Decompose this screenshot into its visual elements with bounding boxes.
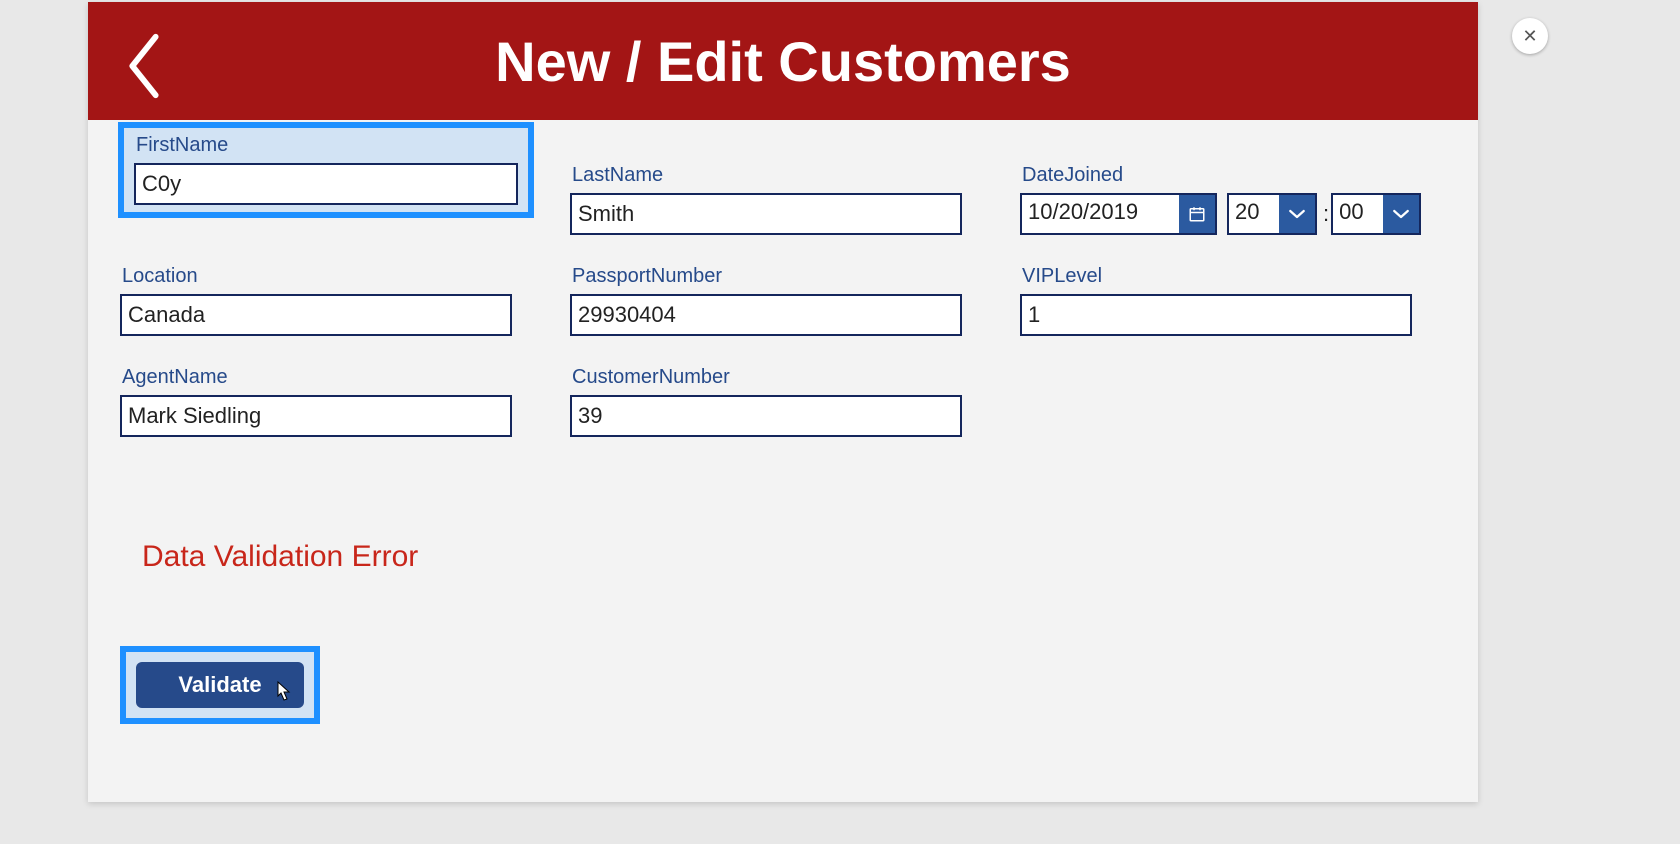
input-agentname[interactable]: [120, 395, 512, 437]
field-passportnumber: PassportNumber: [570, 265, 962, 336]
field-viplevel: VIPLevel: [1020, 265, 1412, 336]
input-customernumber[interactable]: [570, 395, 962, 437]
datepicker-datejoined[interactable]: 10/20/2019: [1020, 193, 1217, 235]
input-passportnumber[interactable]: [570, 294, 962, 336]
input-lastname[interactable]: [570, 193, 962, 235]
label-firstname: FirstName: [134, 134, 518, 157]
field-customernumber: CustomerNumber: [570, 366, 962, 437]
label-lastname: LastName: [570, 164, 962, 187]
label-customernumber: CustomerNumber: [570, 366, 962, 389]
validation-error-message: Data Validation Error: [142, 540, 418, 574]
field-firstname: FirstName: [134, 134, 518, 205]
input-firstname[interactable]: [134, 163, 518, 205]
form-area: FirstName LastName DateJoined 10/20/2019: [88, 120, 1478, 437]
field-lastname: LastName: [570, 164, 962, 235]
calendar-icon[interactable]: [1179, 195, 1215, 233]
chevron-down-icon[interactable]: [1383, 195, 1419, 233]
close-button[interactable]: ✕: [1512, 18, 1548, 54]
chevron-down-icon[interactable]: [1279, 195, 1315, 233]
input-location[interactable]: [120, 294, 512, 336]
label-agentname: AgentName: [120, 366, 512, 389]
select-minute[interactable]: 00: [1331, 193, 1421, 235]
validate-button[interactable]: Validate: [136, 662, 304, 708]
input-viplevel[interactable]: [1020, 294, 1412, 336]
label-location: Location: [120, 265, 512, 288]
customer-form-panel: New / Edit Customers FirstName LastName …: [88, 2, 1478, 802]
label-datejoined: DateJoined: [1020, 164, 1412, 187]
chevron-left-icon: [126, 31, 162, 101]
close-icon: ✕: [1522, 26, 1537, 47]
header-bar: New / Edit Customers: [88, 2, 1478, 120]
datejoined-value: 10/20/2019: [1022, 195, 1179, 233]
label-viplevel: VIPLevel: [1020, 265, 1412, 288]
select-hour[interactable]: 20: [1227, 193, 1317, 235]
time-separator: :: [1323, 201, 1329, 227]
field-datejoined: DateJoined 10/20/2019: [1020, 164, 1412, 235]
label-passportnumber: PassportNumber: [570, 265, 962, 288]
page-title: New / Edit Customers: [495, 29, 1071, 94]
field-agentname: AgentName: [120, 366, 512, 437]
highlight-validate: Validate: [120, 646, 320, 724]
spacer: [1020, 366, 1412, 437]
minute-value: 00: [1333, 195, 1383, 233]
hour-value: 20: [1229, 195, 1279, 233]
field-location: Location: [120, 265, 512, 336]
back-button[interactable]: [116, 26, 172, 106]
